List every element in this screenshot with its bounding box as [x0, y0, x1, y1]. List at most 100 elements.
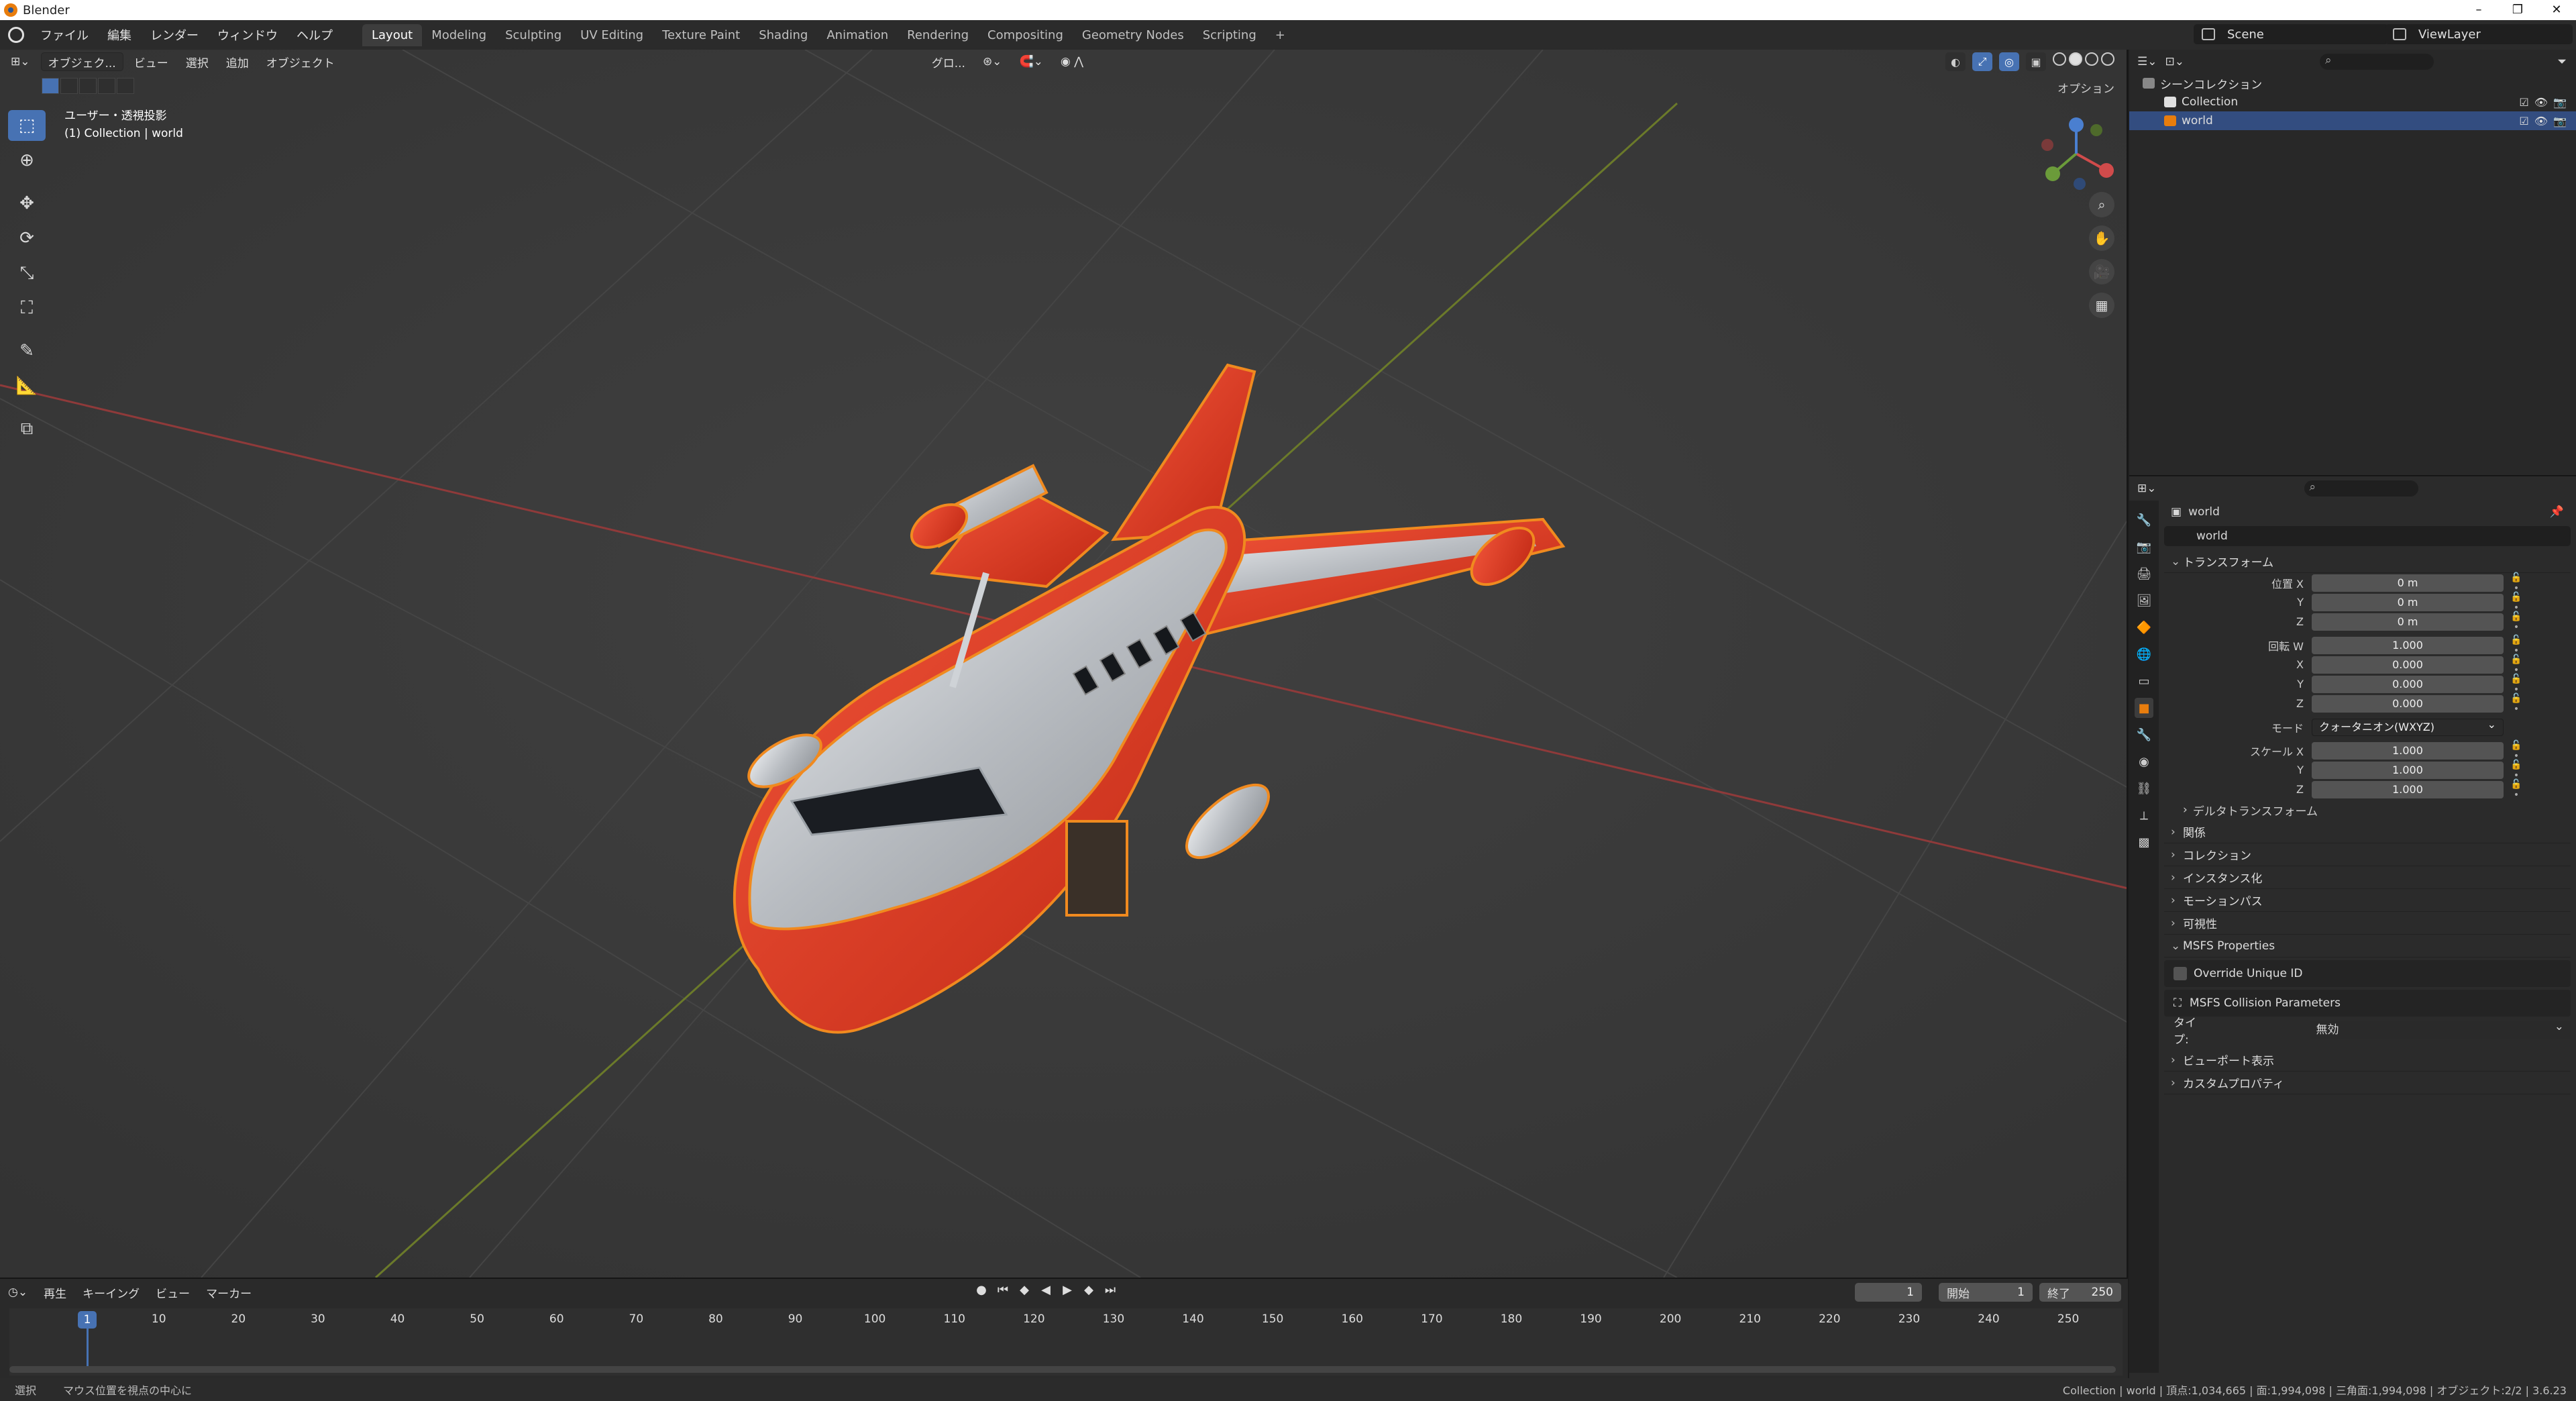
select-new-icon[interactable]: [42, 78, 59, 94]
select-subtract-icon[interactable]: [79, 78, 97, 94]
scale-y-field[interactable]: 1.000: [2312, 761, 2504, 779]
render-camera-icon[interactable]: 📷: [2553, 115, 2567, 127]
record-icon[interactable]: ●: [973, 1283, 990, 1297]
select-intersect-icon[interactable]: [117, 78, 134, 94]
override-unique-id-checkbox[interactable]: Override Unique ID: [2164, 960, 2571, 987]
render-tab-icon[interactable]: 📷: [2135, 537, 2153, 557]
tab-geometry-nodes[interactable]: Geometry Nodes: [1073, 24, 1193, 46]
pivot-icon[interactable]: ⊛⌄: [976, 52, 1009, 71]
filter-icon[interactable]: ⏷: [2557, 55, 2567, 68]
lock-icon[interactable]: 🔓 •: [2508, 693, 2525, 715]
blender-logo-icon[interactable]: [8, 27, 24, 43]
solid-shading-icon[interactable]: [2069, 52, 2082, 66]
transform-panel-header[interactable]: ⌄ トランスフォーム: [2164, 550, 2571, 573]
scene-tab-icon[interactable]: 🔶: [2135, 617, 2153, 637]
tab-uv-editing[interactable]: UV Editing: [571, 24, 653, 46]
timeline-scrollbar[interactable]: [9, 1366, 2116, 1373]
jump-start-icon[interactable]: ⏮: [994, 1283, 1012, 1297]
close-icon[interactable]: ✕: [2537, 0, 2576, 20]
collapsed-panel[interactable]: › モーションパス: [2164, 889, 2571, 912]
minimize-icon[interactable]: –: [2459, 0, 2498, 20]
collapsed-panel[interactable]: › 可視性: [2164, 912, 2571, 935]
scale-z-field[interactable]: 1.000: [2312, 780, 2504, 798]
move-tool-icon[interactable]: ✥: [8, 188, 46, 219]
select-box-tool-icon[interactable]: ⬚: [8, 110, 46, 141]
outliner-search-input[interactable]: [2319, 54, 2434, 70]
camera-view-icon[interactable]: 🎥: [2089, 259, 2114, 284]
playhead-line[interactable]: [87, 1329, 89, 1370]
wireframe-shading-icon[interactable]: [2053, 52, 2066, 66]
menu-playback[interactable]: 再生: [36, 1284, 74, 1301]
tab-scripting[interactable]: Scripting: [1193, 24, 1266, 46]
tab-rendering[interactable]: Rendering: [898, 24, 978, 46]
scene-selector[interactable]: Scene: [2194, 24, 2388, 44]
constraint-tab-icon[interactable]: ⛓: [2135, 778, 2153, 798]
tab-shading[interactable]: Shading: [749, 24, 817, 46]
collapsed-panel[interactable]: › カスタムプロパティ: [2164, 1072, 2571, 1094]
3d-viewport[interactable]: ⊞⌄ オブジェク... ビュー 選択 追加 オブジェクト グロ... ⊛⌄ 🧲⌄…: [0, 50, 2128, 1278]
annotate-tool-icon[interactable]: ✎: [8, 335, 46, 366]
collapsed-panel[interactable]: › 関係: [2164, 821, 2571, 843]
world-tab-icon[interactable]: 🌐: [2135, 644, 2153, 664]
pan-hand-icon[interactable]: ✋: [2089, 225, 2114, 251]
tab-modeling[interactable]: Modeling: [422, 24, 496, 46]
lock-icon[interactable]: 🔓 •: [2508, 654, 2525, 676]
modifier-tab-icon[interactable]: 🔧: [2135, 725, 2153, 745]
outliner-row[interactable]: world ☑ 👁 📷: [2129, 111, 2576, 130]
menu-view[interactable]: ビュー: [127, 52, 175, 71]
visibility-eye-icon[interactable]: 👁: [2534, 115, 2548, 127]
menu-edit[interactable]: 編集: [98, 26, 141, 44]
msfs-panel-header[interactable]: ⌄ MSFS Properties: [2164, 935, 2571, 957]
outliner-row[interactable]: Collection ☑ 👁 📷: [2129, 93, 2576, 111]
texture-tab-icon[interactable]: ▩: [2135, 832, 2153, 852]
collapsed-panel[interactable]: › コレクション: [2164, 843, 2571, 866]
output-tab-icon[interactable]: 🖨: [2135, 564, 2153, 584]
prev-keyframe-icon[interactable]: ◆: [1016, 1283, 1033, 1297]
rotation-z-field[interactable]: 0.000: [2312, 694, 2504, 713]
tab-texture-paint[interactable]: Texture Paint: [653, 24, 749, 46]
physics-tab-icon[interactable]: ◉: [2135, 751, 2153, 772]
overlay-toggle-icon[interactable]: ◎: [1999, 52, 2019, 71]
next-keyframe-icon[interactable]: ◆: [1080, 1283, 1097, 1297]
material-shading-icon[interactable]: [2085, 52, 2098, 66]
checkbox-box[interactable]: [2174, 967, 2187, 980]
tab-animation[interactable]: Animation: [817, 24, 898, 46]
select-extend-icon[interactable]: [60, 78, 78, 94]
outliner-row[interactable]: シーンコレクション: [2129, 74, 2576, 93]
checkbox-icon[interactable]: ☑: [2519, 115, 2528, 127]
location-x-field[interactable]: 0 m: [2312, 574, 2504, 592]
menu-object[interactable]: オブジェクト: [260, 52, 341, 71]
playhead-frame[interactable]: 1: [78, 1311, 97, 1329]
view-layer-tab-icon[interactable]: 🖼: [2135, 590, 2153, 611]
lock-icon[interactable]: 🔓 •: [2508, 760, 2525, 781]
timeline-editor-type-icon[interactable]: ◷⌄: [0, 1286, 36, 1299]
add-cube-tool-icon[interactable]: ⧉: [8, 413, 46, 444]
rotation-x-field[interactable]: 0.000: [2312, 656, 2504, 674]
tab-sculpting[interactable]: Sculpting: [496, 24, 571, 46]
location-z-field[interactable]: 0 m: [2312, 613, 2504, 631]
maximize-icon[interactable]: ❐: [2498, 0, 2537, 20]
view-layer-selector[interactable]: ViewLayer: [2385, 24, 2573, 44]
render-camera-icon[interactable]: 📷: [2553, 96, 2567, 109]
rotate-tool-icon[interactable]: ⟳: [8, 223, 46, 254]
tab-layout[interactable]: Layout: [362, 23, 423, 46]
cursor-tool-icon[interactable]: ⊕: [8, 145, 46, 176]
start-frame-field[interactable]: 開始 1: [1939, 1283, 2033, 1302]
navigation-gizmo[interactable]: [2033, 110, 2120, 197]
add-workspace-icon[interactable]: +: [1266, 24, 1295, 46]
tab-compositing[interactable]: Compositing: [978, 24, 1073, 46]
rendered-shading-icon[interactable]: [2101, 52, 2114, 66]
rotation-w-field[interactable]: 1.000: [2312, 636, 2504, 654]
location-y-field[interactable]: 0 m: [2312, 593, 2504, 611]
scale-x-field[interactable]: 1.000: [2312, 741, 2504, 760]
data-tab-icon[interactable]: ⟂: [2135, 805, 2153, 825]
mode-selector[interactable]: オブジェク...: [40, 52, 123, 71]
play-reverse-icon[interactable]: ◀: [1037, 1283, 1055, 1297]
collapsed-panel[interactable]: › インスタンス化: [2164, 866, 2571, 889]
end-frame-field[interactable]: 終了 250: [2039, 1283, 2121, 1302]
lock-icon[interactable]: 🔓 •: [2508, 572, 2525, 594]
menu-select[interactable]: 選択: [179, 52, 215, 71]
lock-icon[interactable]: 🔓 •: [2508, 611, 2525, 633]
rotation-mode-select[interactable]: クォータニオン(WXYZ): [2312, 717, 2504, 736]
lock-icon[interactable]: 🔓 •: [2508, 592, 2525, 613]
